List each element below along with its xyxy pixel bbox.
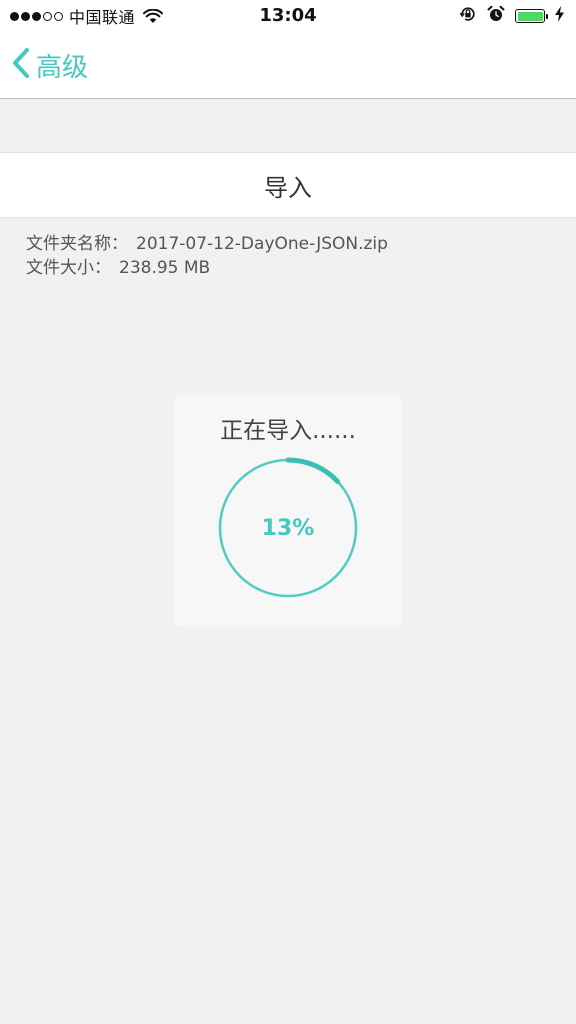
folder-name-label: 文件夹名称： (26, 234, 128, 254)
orientation-lock-icon (459, 5, 477, 27)
import-progress-dialog: 正在导入...... 13% (173, 395, 403, 627)
back-button[interactable]: 高级 (12, 47, 89, 83)
back-label: 高级 (36, 52, 89, 83)
battery-fill (517, 11, 543, 21)
folder-name-row: 文件夹名称： 2017-07-12-DayOne-JSON.zip (26, 232, 388, 256)
file-size-label: 文件大小： (26, 258, 111, 278)
alarm-icon (487, 5, 505, 27)
battery-icon (515, 9, 548, 23)
status-right (459, 5, 564, 27)
file-info: 文件夹名称： 2017-07-12-DayOne-JSON.zip 文件大小： 23… (26, 232, 388, 280)
file-size-row: 文件大小： 238.95 MB (26, 256, 388, 280)
chevron-left-icon (12, 47, 30, 83)
progress-title: 正在导入...... (220, 418, 356, 444)
lightning-icon (555, 6, 564, 26)
folder-name-value: 2017-07-12-DayOne-JSON.zip (136, 234, 388, 254)
import-section-title: 导入 (0, 152, 576, 218)
progress-percent: 13% (261, 515, 315, 541)
navigation-bar: 高级 (0, 32, 576, 99)
status-bar: 中国联通 13:04 (0, 0, 576, 32)
file-size-value: 238.95 MB (119, 258, 211, 278)
